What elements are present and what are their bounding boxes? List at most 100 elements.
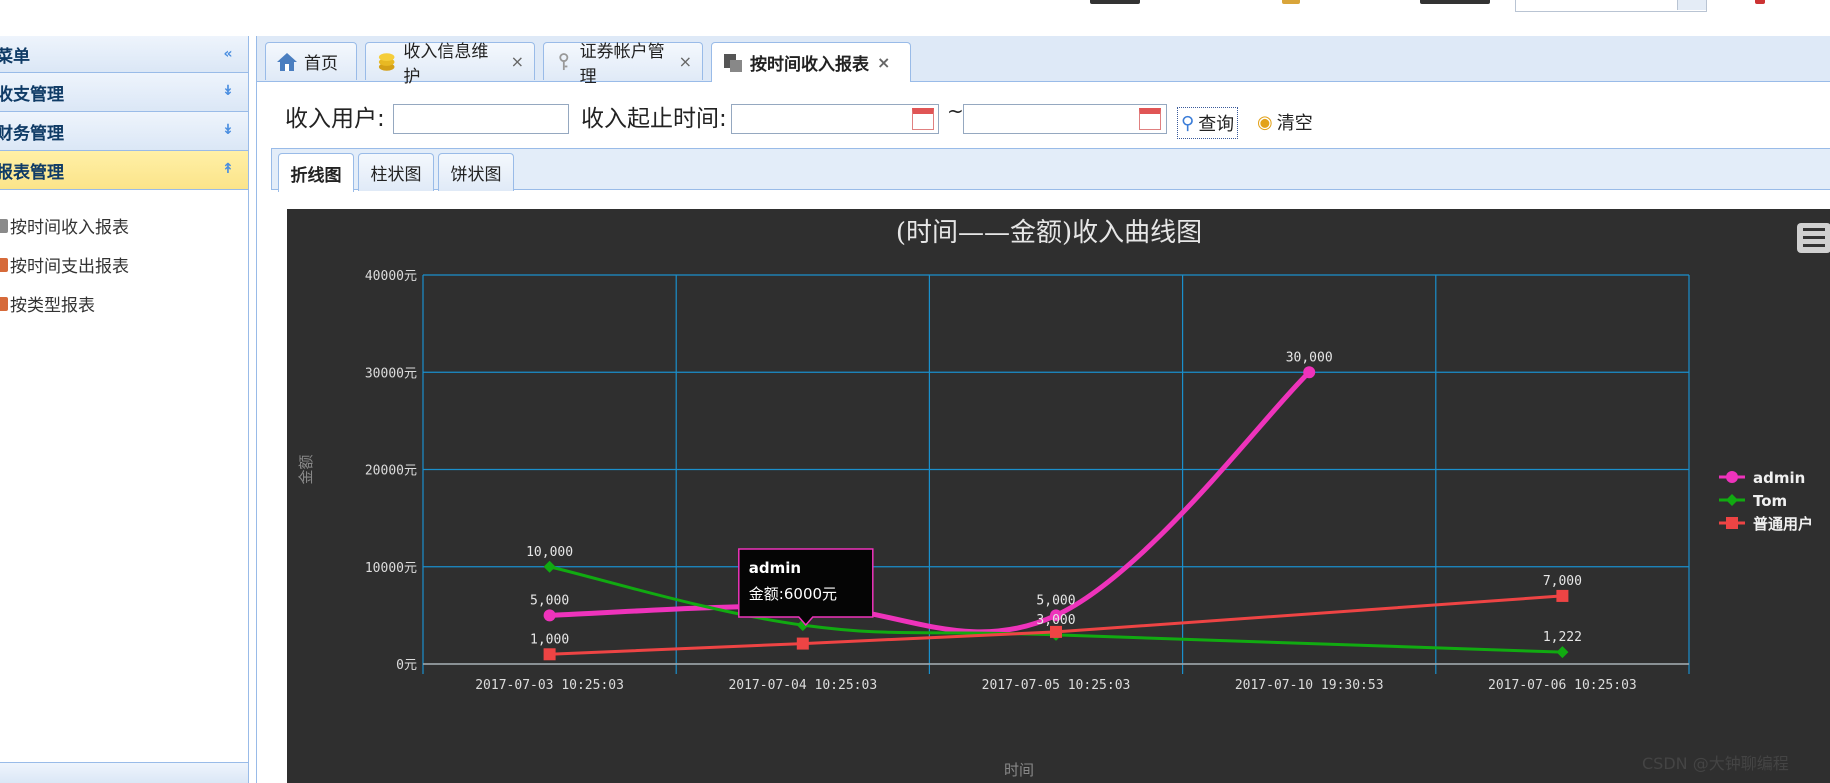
menu-icon-bar (1803, 228, 1825, 231)
calendar-icon[interactable] (1139, 108, 1161, 130)
query-button[interactable]: ⚲ 查询 (1177, 107, 1239, 139)
report-icon (0, 257, 8, 272)
coins-icon (378, 52, 395, 71)
chevron-double-down-icon: ↡ (222, 122, 234, 138)
tab-bar-chart[interactable]: 柱状图 (358, 153, 434, 191)
sidebar: 菜单 « 收支管理 ↡ 财务管理 ↡ 报表管理 ↟ 按时间收入报表 按时间支出报… (0, 36, 249, 783)
start-date-input[interactable] (731, 104, 939, 134)
x-tick-label: 2017-07-06 10:25:03 (1488, 678, 1637, 693)
main-panel: 首页 收入信息维护 × 证券帐户管理 × 按时间收入报表 × 收入用户: 收入起… (256, 36, 1830, 783)
legend-marker (1726, 471, 1738, 483)
close-icon[interactable]: × (511, 52, 524, 71)
y-axis-title: 金额 (297, 454, 315, 484)
tab-pie-chart[interactable]: 饼状图 (438, 153, 514, 191)
page-header-strip (0, 0, 1830, 34)
y-tick-label: 10000元 (365, 561, 417, 576)
tab-line-chart[interactable]: 折线图 (278, 153, 354, 192)
query-button-label: 查询 (1198, 114, 1235, 135)
x-axis-title: 时间 (1004, 761, 1034, 779)
data-point-admin (543, 609, 556, 622)
header-icon-fragment (1282, 0, 1300, 4)
close-icon[interactable]: × (679, 52, 692, 71)
menu-icon-bar (1803, 244, 1825, 247)
tab-securities-account[interactable]: 证券帐户管理 × (543, 42, 703, 87)
data-label: 30,000 (1286, 350, 1333, 365)
chart-type-tabs: 折线图 柱状图 饼状图 (271, 148, 1830, 192)
x-tick-label: 2017-07-04 10:25:03 (728, 678, 877, 693)
tab-label: 饼状图 (450, 165, 502, 185)
tab-income-by-time-report[interactable]: 按时间收入报表 × (711, 42, 911, 82)
chevron-double-up-icon: ↟ (222, 161, 234, 177)
tab-income-maintenance[interactable]: 收入信息维护 × (365, 42, 535, 87)
sidebar-title: 菜单 (0, 46, 30, 67)
menu-item-label: 按类型报表 (10, 296, 95, 316)
data-point-Tom (1556, 646, 1569, 659)
menu-item-label: 按时间支出报表 (10, 257, 129, 277)
header-fragment (1090, 0, 1140, 4)
sidebar-section-label: 收支管理 (0, 84, 64, 105)
range-separator: ~ (947, 99, 964, 123)
tooltip-value: 金额:6000元 (749, 585, 837, 603)
tab-label: 柱状图 (370, 165, 422, 185)
data-point-普通用户 (1050, 625, 1062, 638)
legend-label: Tom (1753, 492, 1787, 510)
sidebar-section-label: 报表管理 (0, 162, 64, 183)
data-label: 3,000 (1036, 613, 1075, 628)
menu-item-label: 按时间收入报表 (10, 218, 129, 238)
report-icon (0, 296, 8, 311)
user-label: 收入用户: (285, 106, 385, 132)
data-label: 7,000 (1543, 574, 1582, 589)
tab-bar: 首页 收入信息维护 × 证券帐户管理 × 按时间收入报表 × (257, 36, 1830, 87)
data-point-Tom (543, 560, 556, 573)
sidebar-header[interactable]: 菜单 « (0, 36, 248, 73)
menu-icon[interactable] (1797, 223, 1830, 253)
data-label: 1,222 (1543, 630, 1582, 645)
menu-item-report-by-type[interactable]: 按类型报表 (0, 284, 248, 323)
legend-marker (1726, 494, 1738, 506)
x-tick-label: 2017-07-03 10:25:03 (475, 678, 624, 693)
y-tick-label: 0元 (396, 658, 417, 673)
report-menu-list: 按时间收入报表 按时间支出报表 按类型报表 (0, 190, 248, 323)
menu-item-expense-by-time[interactable]: 按时间支出报表 (0, 245, 248, 284)
header-fragment (1420, 0, 1490, 4)
report-icon (724, 53, 742, 72)
close-icon[interactable]: × (877, 53, 890, 72)
clear-button[interactable]: ◉ 清空 (1257, 109, 1313, 135)
chart-tooltip: admin 金额:6000元 (738, 548, 874, 627)
time-range-label: 收入起止时间: (581, 106, 727, 132)
data-label: 10,000 (526, 545, 573, 560)
x-tick-label: 2017-07-10 19:30:53 (1235, 678, 1384, 693)
data-label: 5,000 (530, 593, 569, 608)
end-date-input[interactable] (963, 104, 1167, 134)
sidebar-section-finance[interactable]: 财务管理 ↡ (0, 112, 248, 151)
tab-label: 折线图 (290, 165, 342, 186)
data-label: 5,000 (1036, 593, 1075, 608)
report-icon (0, 218, 8, 233)
menu-item-income-by-time[interactable]: 按时间收入报表 (0, 206, 248, 245)
header-icon-fragment (1755, 0, 1765, 4)
header-search-button[interactable] (1677, 0, 1706, 10)
calendar-icon[interactable] (912, 108, 934, 130)
legend-marker (1726, 517, 1738, 529)
line-chart-svg: (时间——金额)收入曲线图 0元 10000元 20000元 30000元 40000元 2… (297, 218, 1830, 779)
data-point-普通用户 (796, 637, 809, 650)
legend-label: 普通用户 (1753, 515, 1813, 533)
menu-icon-bar (1803, 236, 1825, 239)
tooltip-series: admin (749, 559, 801, 577)
tab-home[interactable]: 首页 (265, 42, 357, 80)
sidebar-section-income-expense[interactable]: 收支管理 ↡ (0, 73, 248, 112)
clear-button-label: 清空 (1276, 113, 1313, 134)
y-tick-label: 40000元 (365, 269, 417, 284)
data-point-普通用户 (1556, 589, 1569, 602)
user-input[interactable] (393, 104, 569, 134)
sidebar-section-reports[interactable]: 报表管理 ↟ (0, 151, 248, 190)
x-tick-label: 2017-07-05 10:25:03 (982, 678, 1131, 693)
sidebar-section-database[interactable] (0, 762, 248, 783)
collapse-left-icon[interactable]: « (218, 44, 238, 64)
y-tick-label: 20000元 (365, 464, 417, 479)
key-icon (559, 52, 569, 70)
search-bar: 收入用户: 收入起止时间: ~ ⚲ 查询 ◉ 清空 (257, 82, 1830, 139)
chevron-double-down-icon: ↡ (222, 83, 234, 99)
data-point-普通用户 (543, 648, 556, 661)
watermark: CSDN @大钟聊编程 (1642, 754, 1789, 773)
